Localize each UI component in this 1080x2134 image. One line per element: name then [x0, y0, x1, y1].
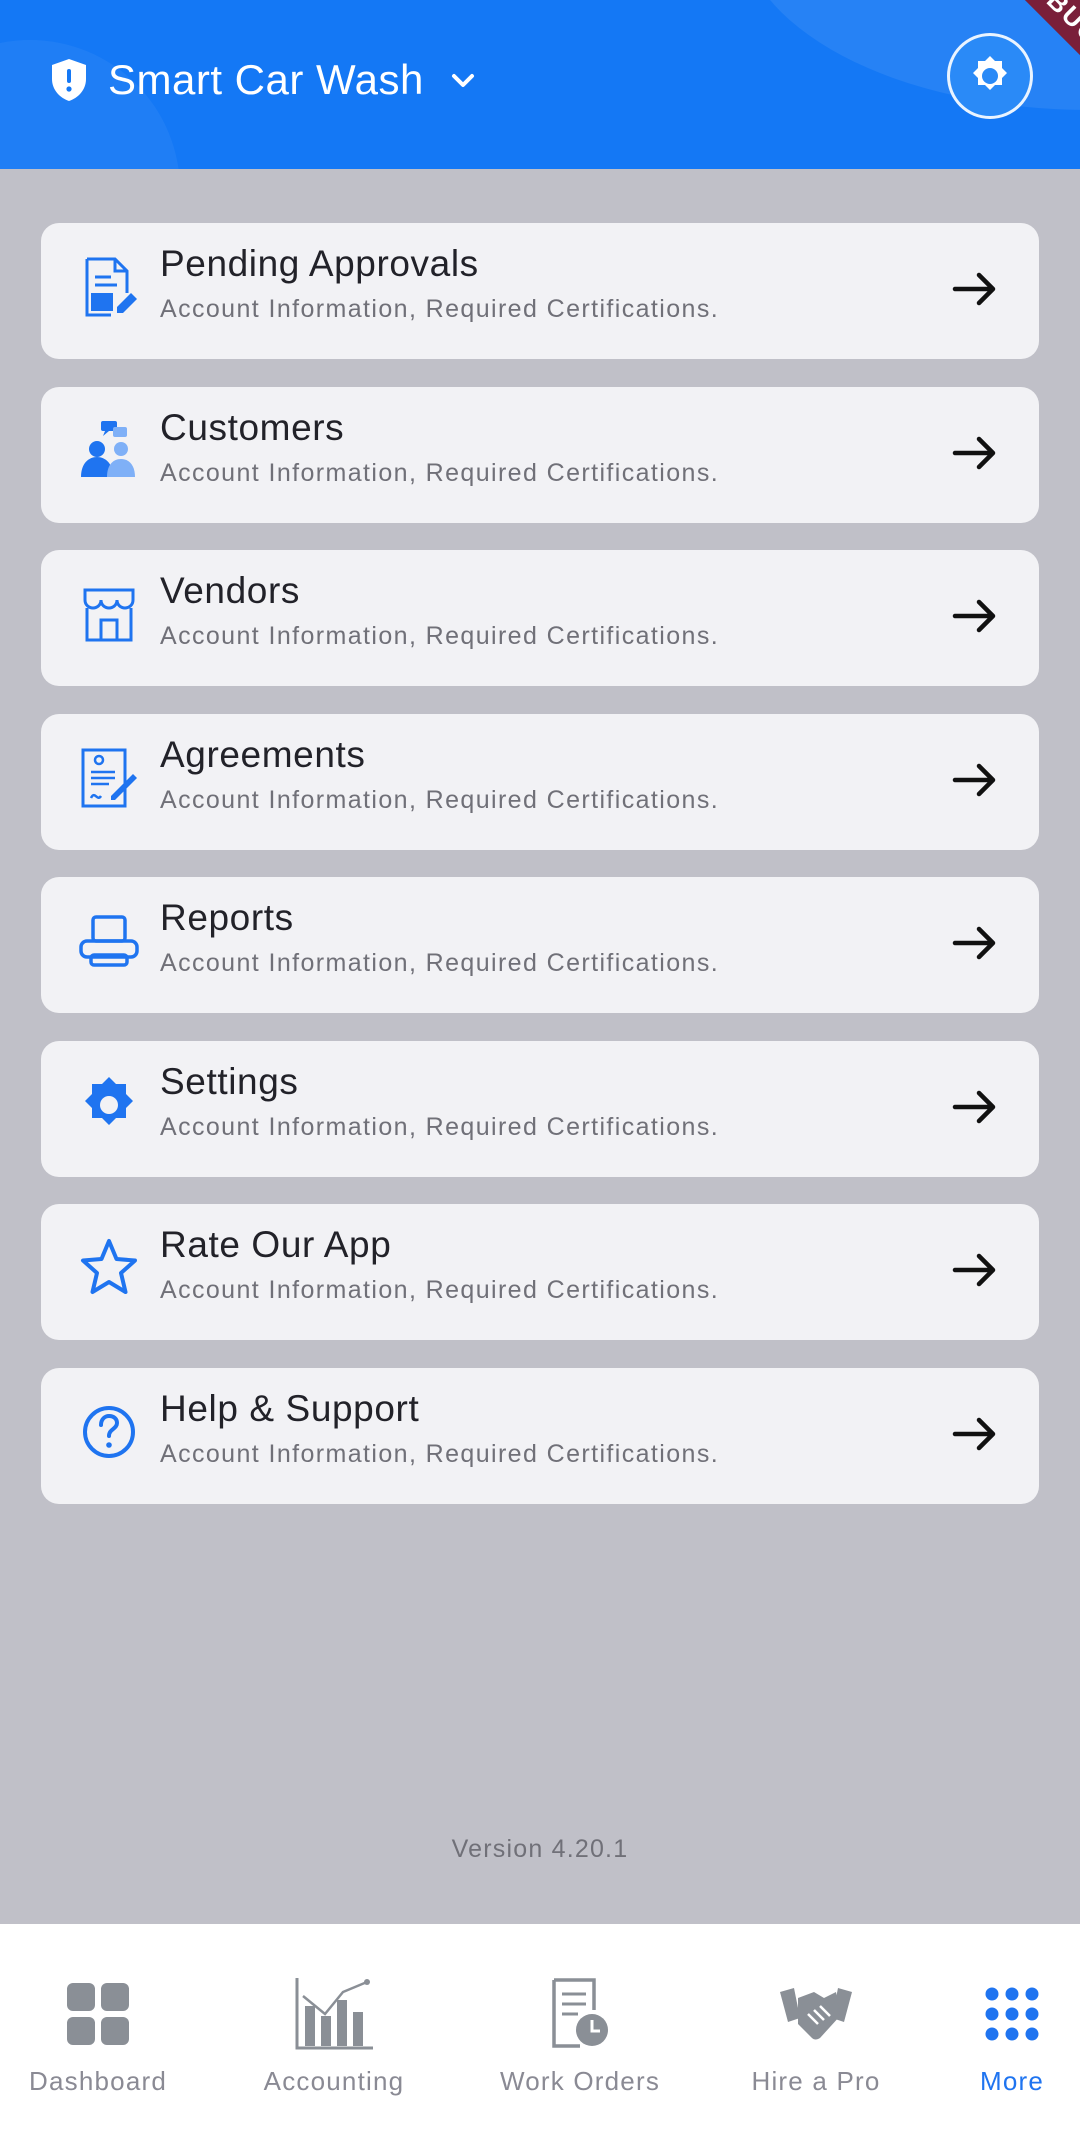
customers-icon	[77, 419, 141, 483]
nav-more[interactable]: More	[962, 1924, 1062, 2134]
arrow-right-icon	[952, 1253, 996, 1287]
nav-work-orders[interactable]: Work Orders	[480, 1924, 680, 2134]
arrow-right-icon	[952, 599, 996, 633]
chevron-down-icon	[451, 74, 474, 87]
app-header: Smart Car Wash DEBUG	[0, 0, 1080, 169]
document-edit-icon	[77, 255, 141, 319]
menu-item-description: Account Information, Required Certificat…	[160, 458, 720, 487]
menu-item-description: Account Information, Required Certificat…	[160, 1439, 720, 1468]
menu-item-label: Customers	[160, 406, 345, 448]
menu-item-description: Account Information, Required Certificat…	[160, 949, 720, 977]
nav-label: More	[979, 2066, 1045, 2096]
arrow-right-icon	[952, 436, 996, 469]
menu-item-label: Agreements	[160, 733, 366, 775]
star-icon	[77, 1236, 141, 1300]
more-menu-list: Pending Approvals Account Information, R…	[41, 223, 1039, 1531]
nav-label: Accounting	[263, 2066, 405, 2096]
menu-item-rate-our-app[interactable]: Rate Our App Account Information, Requir…	[41, 1204, 1039, 1340]
gear-icon	[77, 1073, 141, 1137]
printer-icon	[77, 909, 141, 973]
menu-item-help-support[interactable]: Help & Support Account Information, Requ…	[41, 1367, 1039, 1504]
nav-dashboard[interactable]: Dashboard	[0, 1924, 196, 2134]
storefront-icon	[77, 582, 141, 646]
menu-item-customers[interactable]: Customers Account Information, Required …	[41, 386, 1039, 523]
app-version: Version 4.20.1	[451, 1835, 629, 1863]
nav-label: Hire a Pro	[751, 2066, 881, 2096]
help-circle-icon	[77, 1400, 141, 1464]
menu-item-description: Account Information, Required Certificat…	[160, 1112, 720, 1141]
menu-item-label: Rate Our App	[160, 1224, 392, 1265]
arrow-right-icon	[952, 1417, 996, 1450]
clipboard-clock-icon	[537, 1974, 623, 2054]
menu-item-vendors[interactable]: Vendors Account Information, Required Ce…	[41, 550, 1039, 686]
business-selector[interactable]: Smart Car Wash	[48, 50, 480, 110]
dashboard-grid-icon	[55, 1974, 141, 2054]
shield-alert-icon	[52, 59, 86, 101]
menu-item-description: Account Information, Required Certificat…	[160, 1276, 720, 1304]
menu-item-settings[interactable]: Settings Account Information, Required C…	[41, 1040, 1039, 1177]
arrow-right-icon	[952, 926, 996, 960]
menu-item-label: Vendors	[160, 570, 300, 611]
menu-item-pending-approvals[interactable]: Pending Approvals Account Information, R…	[41, 223, 1039, 359]
bar-chart-icon	[291, 1974, 377, 2054]
nav-hire-a-pro[interactable]: Hire a Pro	[716, 1924, 916, 2134]
menu-item-label: Reports	[160, 897, 294, 938]
menu-item-label: Help & Support	[160, 1387, 420, 1429]
menu-item-agreements[interactable]: Agreements Account Information, Required…	[41, 713, 1039, 850]
menu-item-description: Account Information, Required Certificat…	[160, 622, 720, 650]
bottom-navigation: Dashboard Accounting Work Orders Hire a …	[0, 1924, 1080, 2134]
menu-item-description: Account Information, Required Certificat…	[160, 295, 720, 323]
nav-accounting[interactable]: Accounting	[234, 1924, 434, 2134]
arrow-right-icon	[952, 763, 996, 796]
gear-icon	[973, 56, 1007, 90]
menu-item-description: Account Information, Required Certificat…	[160, 785, 720, 814]
menu-item-label: Pending Approvals	[160, 243, 479, 284]
arrow-right-icon	[952, 272, 996, 306]
handshake-icon	[773, 1974, 859, 2054]
dots-grid-icon	[969, 1974, 1055, 2054]
settings-button[interactable]	[947, 33, 1033, 119]
contract-icon	[77, 746, 141, 810]
menu-item-reports[interactable]: Reports Account Information, Required Ce…	[41, 877, 1039, 1013]
business-name: Smart Car Wash	[108, 56, 424, 103]
menu-item-label: Settings	[160, 1060, 299, 1102]
nav-label: Dashboard	[29, 2066, 167, 2096]
nav-label: Work Orders	[499, 2066, 661, 2096]
arrow-right-icon	[952, 1090, 996, 1123]
